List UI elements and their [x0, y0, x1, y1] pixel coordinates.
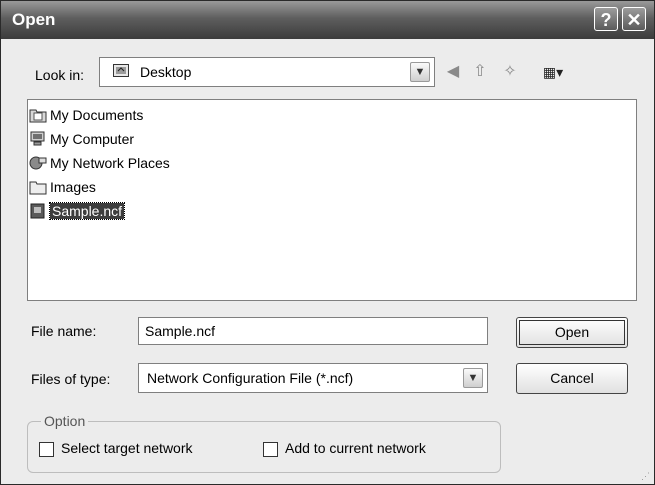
- list-item[interactable]: Sample.ncf: [28, 200, 126, 222]
- views-menu-icon[interactable]: ▦▾: [539, 63, 567, 81]
- file-name: My Network Places: [50, 155, 170, 171]
- chevron-down-icon[interactable]: ▼: [463, 368, 483, 388]
- documents-folder-icon: [28, 106, 48, 124]
- up-folder-icon[interactable]: ⇧: [471, 63, 489, 81]
- dialog-title: Open: [12, 10, 56, 29]
- add-to-current-network-checkbox[interactable]: [263, 442, 278, 457]
- option-legend: Option: [41, 413, 89, 429]
- title-bar[interactable]: Open ? ✕: [1, 1, 654, 39]
- file-type-value: Network Configuration File (*.ncf): [147, 370, 354, 386]
- add-to-current-network-label[interactable]: Add to current network: [285, 440, 426, 456]
- resize-grip-icon[interactable]: ⋰: [641, 471, 651, 481]
- help-button[interactable]: ?: [594, 7, 618, 31]
- new-folder-icon[interactable]: ✧: [501, 63, 519, 81]
- file-type-select[interactable]: Network Configuration File (*.ncf) ▼: [138, 363, 488, 393]
- open-button[interactable]: Open: [516, 317, 628, 348]
- desktop-icon: [112, 62, 130, 80]
- list-item[interactable]: My Network Places: [28, 152, 170, 174]
- computer-icon: [28, 130, 48, 148]
- file-name-label: File name:: [31, 323, 97, 339]
- open-dialog: Open ? ✕ Look in: Desktop ▼ ◀ ⇧ ✧ ▦▾ My …: [0, 0, 655, 485]
- list-item[interactable]: My Documents: [28, 104, 143, 126]
- file-name: Images: [50, 179, 96, 195]
- folder-icon: [28, 178, 48, 196]
- file-list[interactable]: My Documents My Computer My Network Plac…: [27, 99, 637, 301]
- file-name: Sample.ncf: [48, 202, 126, 220]
- file-type-label: Files of type:: [31, 371, 111, 387]
- file-name: My Computer: [50, 131, 135, 147]
- chevron-down-icon[interactable]: ▼: [410, 62, 430, 82]
- list-item[interactable]: My Computer: [28, 128, 134, 150]
- cancel-button[interactable]: Cancel: [516, 363, 628, 394]
- file-name: My Documents: [50, 107, 144, 123]
- file-name-input[interactable]: [138, 317, 488, 345]
- select-target-network-label[interactable]: Select target network: [61, 440, 193, 456]
- look-in-value: Desktop: [140, 64, 192, 80]
- network-places-icon: [28, 154, 48, 172]
- ncf-file-icon: [28, 202, 48, 220]
- look-in-label: Look in:: [35, 67, 85, 83]
- close-button[interactable]: ✕: [622, 7, 646, 31]
- look-in-combo[interactable]: Desktop ▼: [99, 57, 435, 87]
- list-item[interactable]: Images: [28, 176, 96, 198]
- back-icon[interactable]: ◀: [444, 63, 462, 81]
- select-target-network-checkbox[interactable]: [39, 442, 54, 457]
